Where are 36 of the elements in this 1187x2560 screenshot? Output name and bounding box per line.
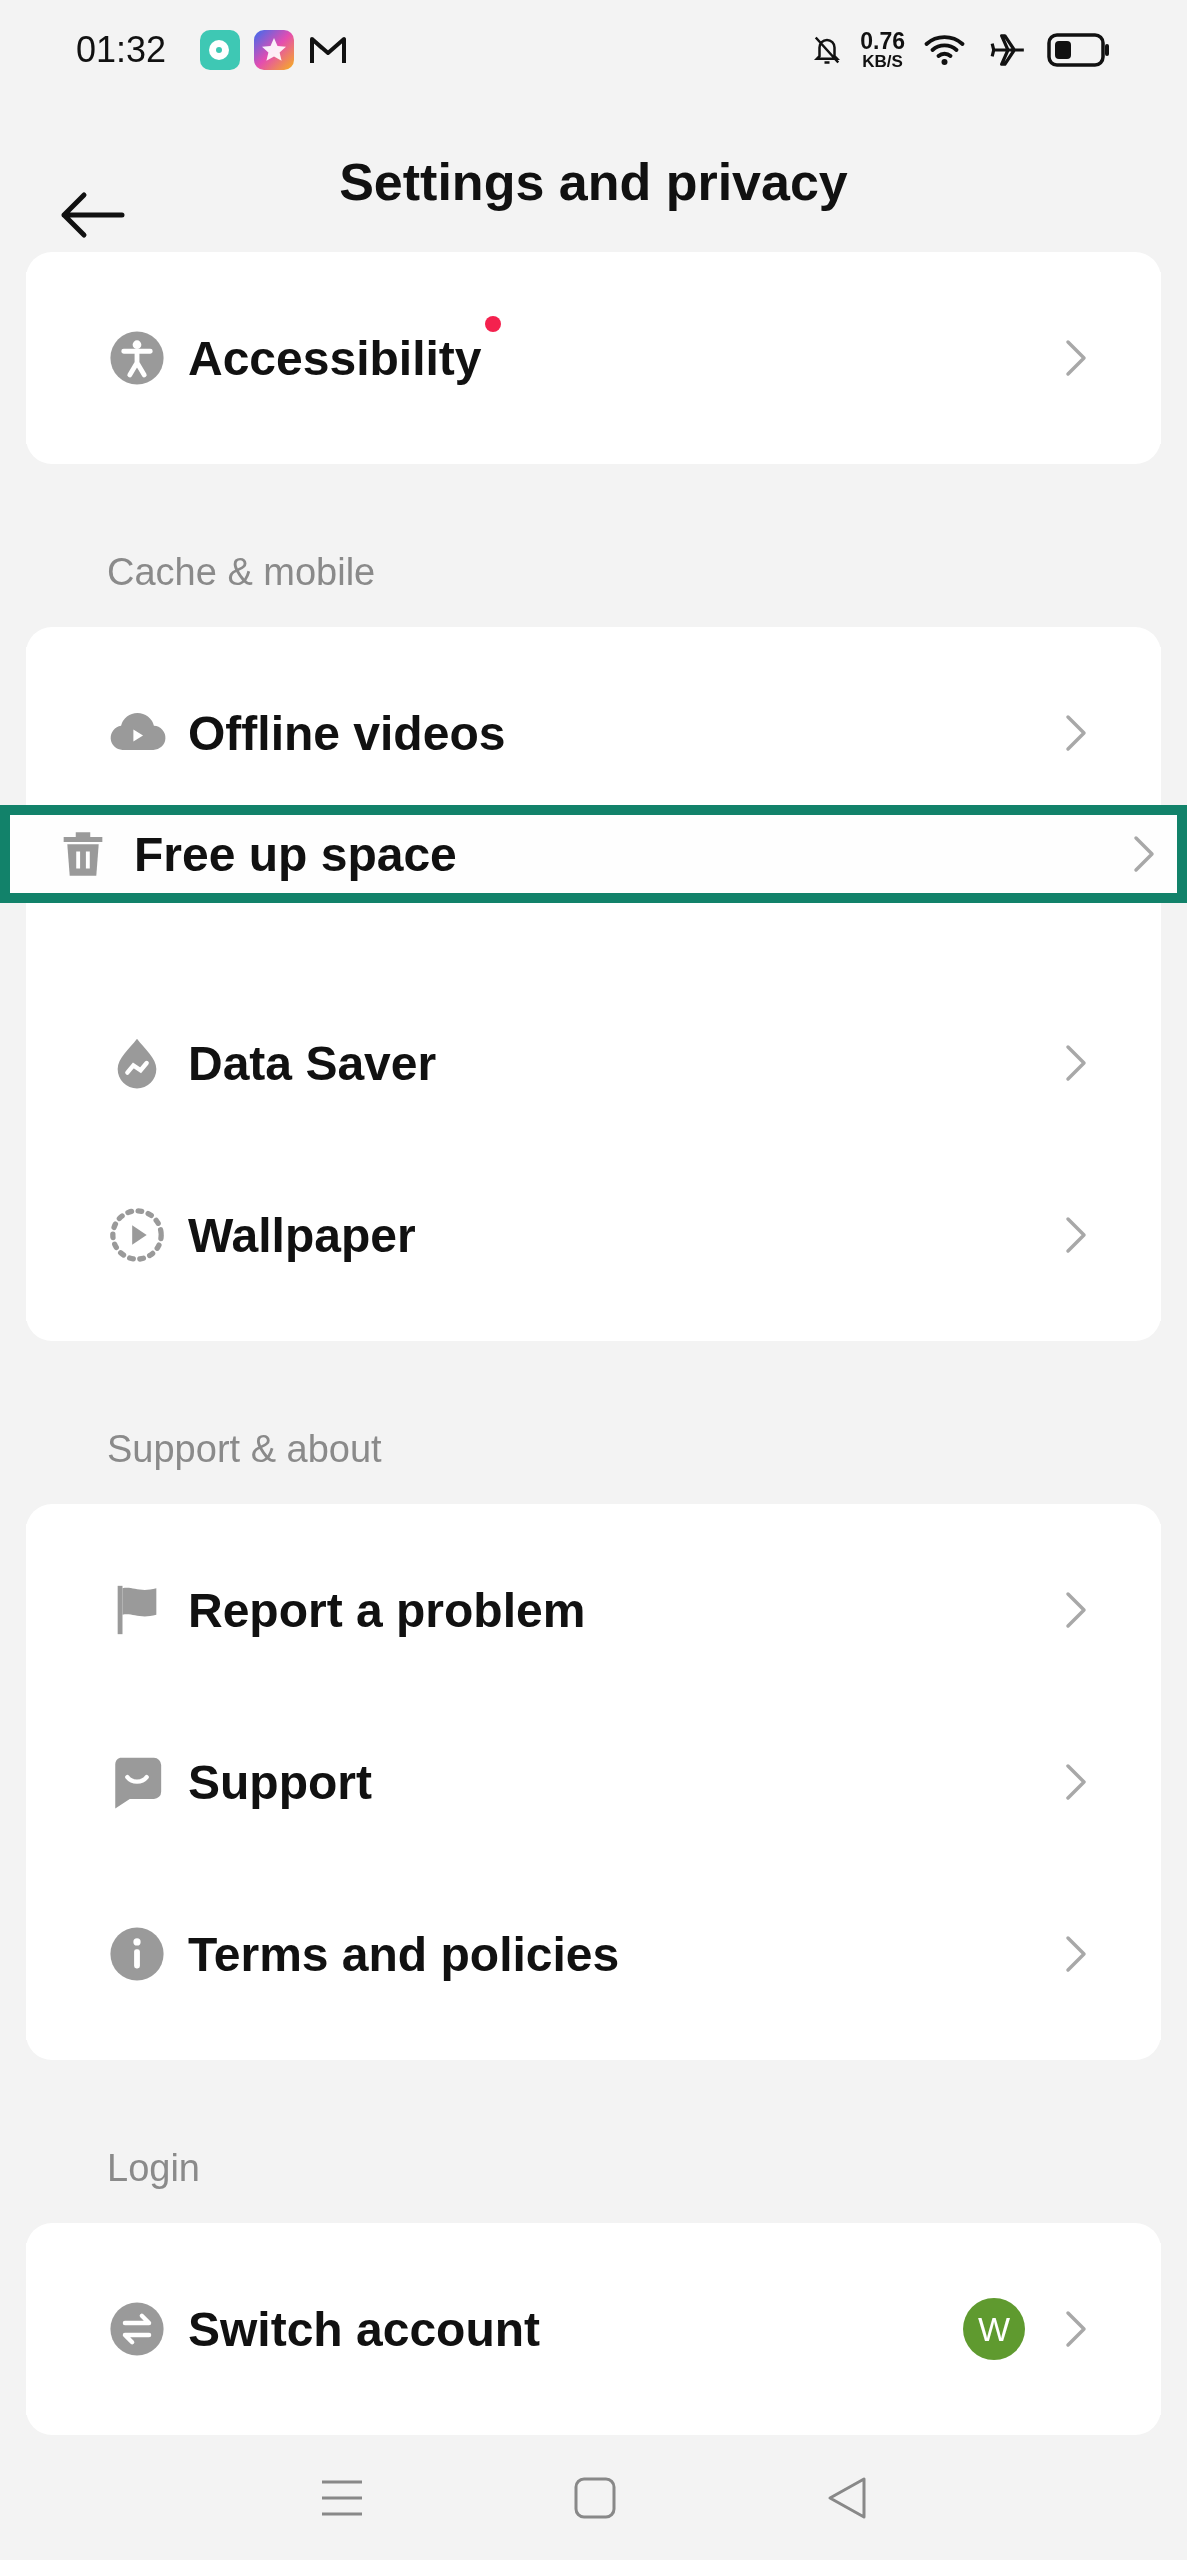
dotted-play-icon bbox=[108, 1206, 166, 1265]
chevron-right-icon bbox=[1065, 1763, 1087, 1802]
row-label: Data Saver bbox=[188, 1035, 437, 1091]
row-label: Free up space bbox=[134, 826, 457, 882]
network-speed: 0.76 bbox=[860, 30, 905, 54]
row-label: Terms and policies bbox=[188, 1926, 620, 1982]
settings-row[interactable]: Switch account W bbox=[26, 2243, 1161, 2416]
home-button[interactable] bbox=[573, 2476, 616, 2519]
settings-row[interactable]: Free up space bbox=[0, 805, 1187, 904]
clock: 01:32 bbox=[76, 29, 167, 72]
battery-icon bbox=[1047, 33, 1111, 68]
section-heading: Login bbox=[106, 2146, 201, 2192]
speed-unit: KB/S bbox=[862, 53, 903, 71]
section-heading: Cache & mobile bbox=[106, 550, 377, 596]
chevron-right-icon bbox=[1065, 714, 1087, 753]
settings-row[interactable]: Accessibility bbox=[26, 272, 1161, 445]
chevron-right-icon bbox=[1065, 2310, 1087, 2349]
chevron-right-icon bbox=[1065, 1935, 1087, 1974]
accessibility-icon bbox=[108, 329, 166, 388]
chevron-right-icon bbox=[1065, 1216, 1087, 1255]
section-heading: Support & about bbox=[106, 1427, 383, 1473]
chevron-right-icon bbox=[1065, 1591, 1087, 1630]
row-label: Accessibility bbox=[188, 330, 482, 386]
star-app-icon bbox=[254, 30, 295, 71]
chevron-right-icon bbox=[1065, 1044, 1087, 1083]
switch-arrows-icon bbox=[108, 2300, 166, 2359]
info-icon bbox=[108, 1925, 166, 1984]
row-label: Support bbox=[188, 1754, 372, 1810]
row-label: Report a problem bbox=[188, 1582, 586, 1638]
music-app-icon bbox=[200, 30, 241, 71]
chevron-right-icon bbox=[1065, 339, 1087, 378]
page-title: Settings and privacy bbox=[339, 152, 848, 213]
row-label: Wallpaper bbox=[188, 1207, 416, 1263]
chevron-right-icon bbox=[1133, 835, 1155, 874]
row-label: Switch account bbox=[188, 2301, 541, 2357]
row-label: Offline videos bbox=[188, 705, 506, 761]
